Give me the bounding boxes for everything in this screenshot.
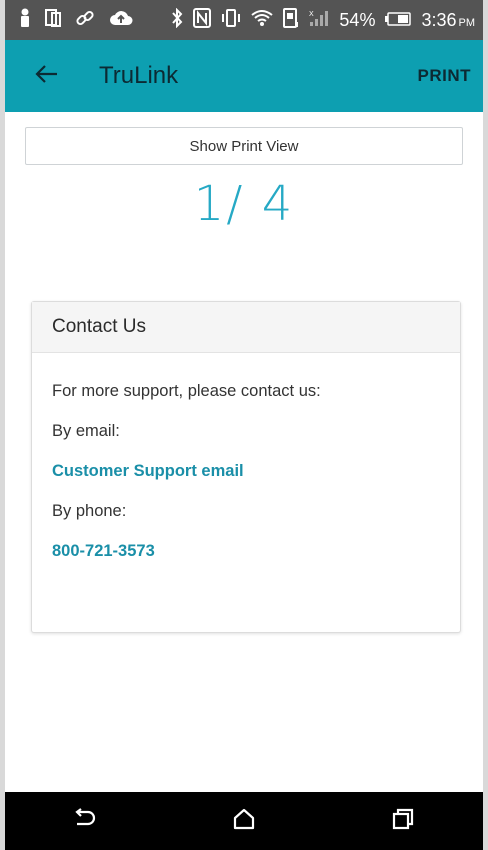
clock: 3:36 PM xyxy=(421,10,475,31)
phone-label: By phone: xyxy=(52,501,127,520)
screen: X 54% 3:36 PM TruLink PRINT Show Print Vi… xyxy=(0,0,488,850)
svg-text:X: X xyxy=(309,11,314,18)
right-border xyxy=(483,0,488,850)
contact-card: Contact Us For more support, please cont… xyxy=(31,301,461,633)
nfc-icon xyxy=(193,7,212,33)
nav-home-button[interactable] xyxy=(214,796,274,846)
support-intro: For more support, please contact us: xyxy=(52,381,321,400)
nav-recents-button[interactable] xyxy=(373,796,433,846)
link-icon xyxy=(75,8,95,33)
page-indicator: 1/ 4 xyxy=(193,176,295,232)
back-nav-icon xyxy=(72,807,98,835)
phone-number-link[interactable]: 800-721-3573 xyxy=(52,531,440,571)
main-content: Show Print View 1/ 4 Contact Us For more… xyxy=(5,112,483,792)
battery-percent: 54% xyxy=(339,9,376,30)
card-body: For more support, please contact us: By … xyxy=(32,353,460,571)
signal-icon: X xyxy=(309,9,329,32)
card-title: Contact Us xyxy=(32,302,460,353)
clock-time: 3:36 xyxy=(421,9,457,30)
clock-ampm: PM xyxy=(458,16,476,29)
status-bar: X 54% 3:36 PM xyxy=(5,0,483,40)
show-print-view-button[interactable]: Show Print View xyxy=(25,127,463,165)
system-nav-bar xyxy=(5,792,483,850)
bluetooth-icon xyxy=(171,7,183,33)
home-nav-icon xyxy=(232,808,256,835)
vibrate-icon xyxy=(221,8,241,33)
customer-support-email-link[interactable]: Customer Support email xyxy=(52,451,440,491)
person-icon xyxy=(19,8,31,33)
print-button[interactable]: PRINT xyxy=(418,66,472,86)
recents-nav-icon xyxy=(391,807,415,836)
email-label: By email: xyxy=(52,421,120,440)
nav-back-button[interactable] xyxy=(55,796,115,846)
back-button[interactable] xyxy=(27,56,67,96)
sim-icon xyxy=(45,8,61,32)
app-title: TruLink xyxy=(99,62,179,89)
battery-icon xyxy=(385,10,412,31)
app-bar: TruLink PRINT xyxy=(5,40,483,112)
wifi-icon xyxy=(251,9,274,32)
cloud-icon xyxy=(109,9,133,32)
back-arrow-icon xyxy=(35,64,59,89)
phone-screen-icon xyxy=(283,7,299,33)
